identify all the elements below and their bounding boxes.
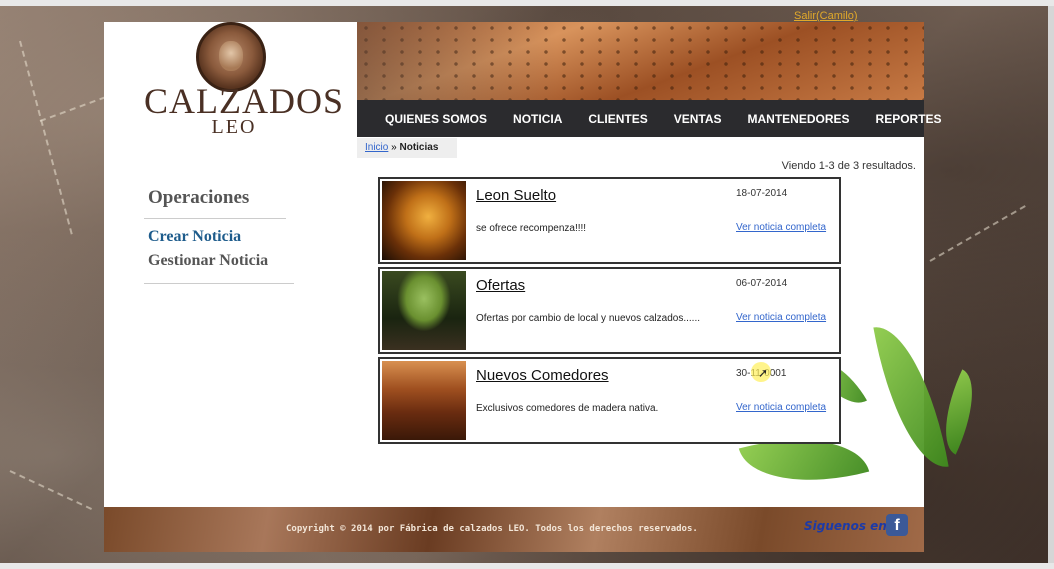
- scrollbar[interactable]: [1048, 6, 1054, 563]
- copyright-text: Copyright © 2014 por Fábrica de calzados…: [286, 524, 698, 534]
- sidebar-divider: [144, 283, 294, 284]
- news-summary: se ofrece recompenza!!!!: [476, 223, 587, 234]
- logout-link[interactable]: Salir(Camilo): [794, 10, 858, 22]
- dining-room-image: [382, 361, 466, 440]
- sidebar-title: Operaciones: [148, 187, 250, 208]
- nav-item-reportes[interactable]: REPORTES: [863, 112, 955, 126]
- news-title[interactable]: Nuevos Comedores: [476, 367, 609, 384]
- main-nav: QUIENES SOMOS NOTICIA CLIENTES VENTAS MA…: [357, 100, 942, 137]
- news-title[interactable]: Ofertas: [476, 277, 525, 294]
- footer: Copyright © 2014 por Fábrica de calzados…: [104, 507, 924, 552]
- mouse-cursor-icon: ➚: [758, 366, 769, 380]
- news-date: 06-07-2014: [736, 278, 788, 289]
- nav-item-mantenedores[interactable]: MANTENEDORES: [735, 112, 863, 126]
- lion-image: [382, 181, 466, 260]
- news-list: Leon Suelto 18-07-2014 se ofrece recompe…: [378, 177, 841, 447]
- facebook-icon[interactable]: f: [886, 514, 908, 536]
- news-summary: Ofertas por cambio de local y nuevos cal…: [476, 313, 700, 324]
- news-item: Leon Suelto 18-07-2014 se ofrece recompe…: [378, 177, 841, 264]
- logo[interactable]: CALZADOS LEO: [104, 22, 357, 157]
- news-item: Ofertas 06-07-2014 Ofertas por cambio de…: [378, 267, 841, 354]
- news-title[interactable]: Leon Suelto: [476, 187, 556, 204]
- browser-top-bar: [0, 0, 1054, 6]
- browser-bottom-bar: [0, 563, 1054, 569]
- news-item: Nuevos Comedores 30-11-0001 Exclusivos c…: [378, 357, 841, 444]
- view-full-news-link[interactable]: Ver noticia completa: [736, 402, 826, 413]
- nav-item-clientes[interactable]: CLIENTES: [575, 112, 660, 126]
- breadcrumb-home-link[interactable]: Inicio: [365, 142, 388, 153]
- view-full-news-link[interactable]: Ver noticia completa: [736, 312, 826, 323]
- results-count: Viendo 1-3 de 3 resultados.: [781, 160, 916, 172]
- breadcrumb-current: Noticias: [399, 142, 439, 153]
- page-container: CALZADOS LEO Salir(Camilo) QUIENES SOMOS…: [104, 10, 990, 552]
- follow-us-label: Siguenos en:: [804, 519, 892, 533]
- sidebar-divider: [144, 218, 286, 219]
- sidebar-item-gestionar-noticia[interactable]: Gestionar Noticia: [148, 252, 268, 270]
- logo-subtitle: LEO: [211, 116, 257, 138]
- view-full-news-link[interactable]: Ver noticia completa: [736, 222, 826, 233]
- news-date: 18-07-2014: [736, 188, 788, 199]
- breadcrumb: Inicio » Noticias: [357, 138, 457, 158]
- bonsai-image: [382, 271, 466, 350]
- nav-item-quienes-somos[interactable]: QUIENES SOMOS: [357, 112, 500, 126]
- breadcrumb-separator: »: [388, 142, 400, 153]
- header-banner-shade: [357, 22, 557, 100]
- news-summary: Exclusivos comedores de madera nativa.: [476, 403, 659, 414]
- nav-item-noticia[interactable]: NOTICIA: [500, 112, 575, 126]
- nav-item-ventas[interactable]: VENTAS: [661, 112, 735, 126]
- sidebar-item-crear-noticia[interactable]: Crear Noticia: [148, 228, 241, 246]
